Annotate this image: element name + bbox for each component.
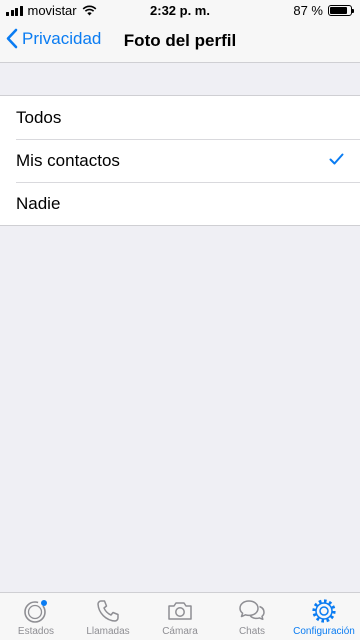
tab-estados[interactable]: Estados bbox=[0, 593, 72, 640]
tab-label: Configuración bbox=[293, 626, 355, 637]
tab-label: Cámara bbox=[162, 626, 198, 637]
tab-camara[interactable]: Cámara bbox=[144, 593, 216, 640]
chats-icon bbox=[239, 600, 265, 621]
option-label: Nadie bbox=[16, 193, 61, 213]
page-title: Foto del perfil bbox=[123, 31, 237, 50]
battery-percent: 87 % bbox=[293, 3, 323, 18]
settings-icon bbox=[312, 599, 336, 623]
option-nadie[interactable]: Nadie bbox=[0, 182, 360, 225]
tab-label: Llamadas bbox=[86, 626, 130, 637]
option-mis-contactos[interactable]: Mis contactos bbox=[0, 139, 360, 182]
option-label: Mis contactos bbox=[16, 150, 120, 170]
battery-icon bbox=[328, 5, 354, 16]
options-list: Todos Mis contactos Nadie bbox=[0, 95, 360, 226]
phone-icon bbox=[97, 600, 119, 622]
tab-label: Estados bbox=[17, 626, 55, 637]
checkmark-icon bbox=[329, 153, 344, 165]
battery-fill bbox=[330, 7, 348, 14]
tab-configuracion[interactable]: Configuración bbox=[288, 593, 360, 640]
tab-bar: Estados Llamadas Cámara Chats Configurac… bbox=[0, 592, 360, 640]
tab-label: Chats bbox=[238, 626, 266, 637]
nav-bar: Privacidad Foto del perfil bbox=[0, 20, 360, 63]
status-right: 87 % bbox=[293, 3, 354, 18]
status-bar: movistar 2:32 p. m. 87 % bbox=[0, 0, 360, 20]
option-label: Todos bbox=[16, 107, 62, 127]
camera-icon bbox=[168, 602, 192, 620]
option-todos[interactable]: Todos bbox=[0, 96, 360, 139]
tab-chats[interactable]: Chats bbox=[216, 593, 288, 640]
tab-llamadas[interactable]: Llamadas bbox=[72, 593, 144, 640]
status-icon bbox=[24, 600, 47, 623]
